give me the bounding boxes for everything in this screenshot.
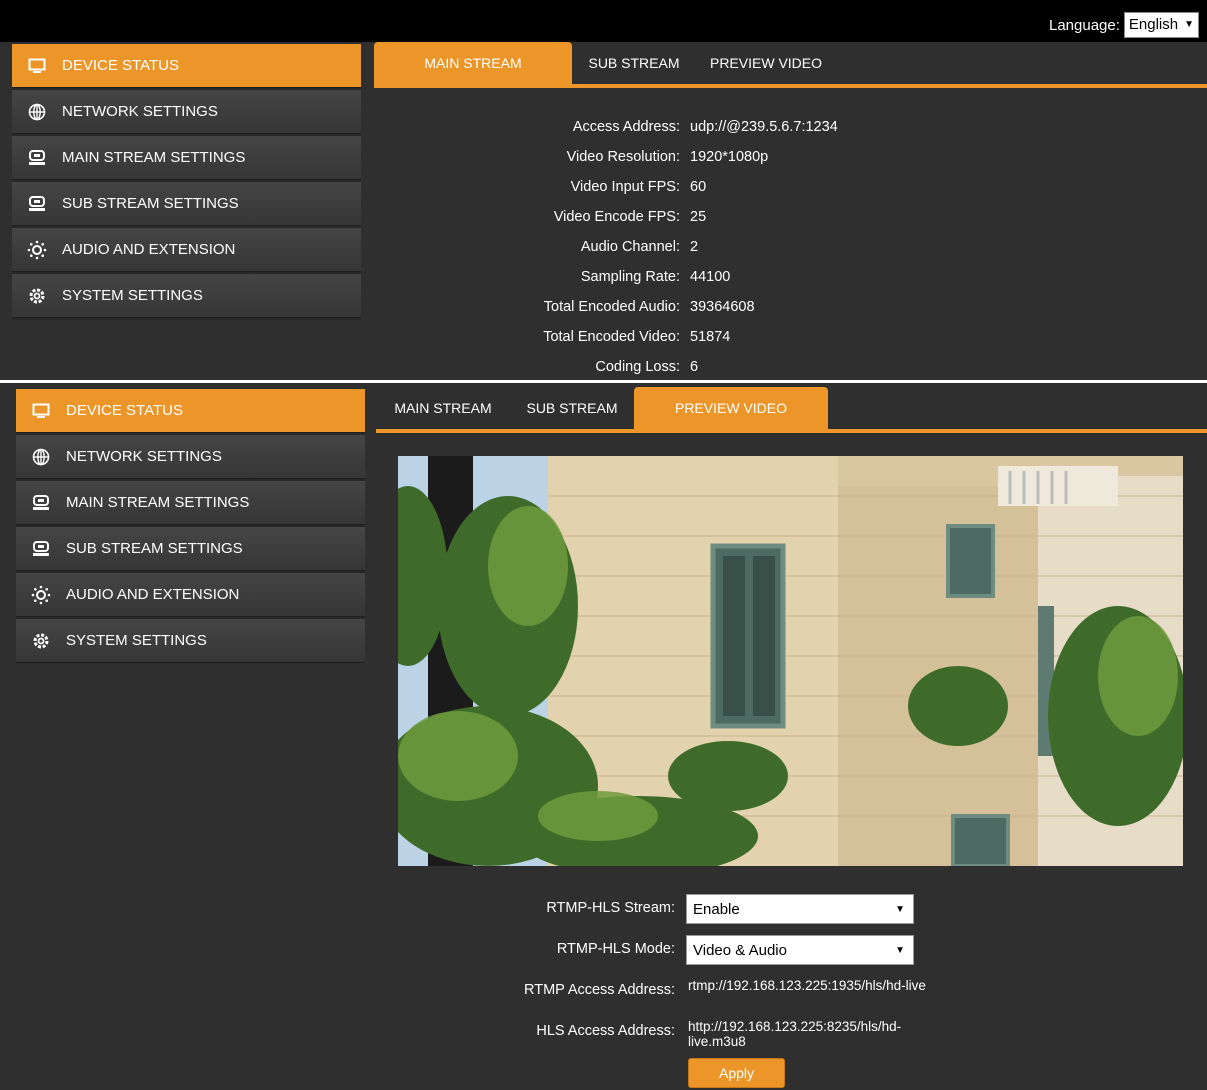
sidebar-item-sub-stream-settings[interactable]: SUB STREAM SETTINGS [12, 182, 361, 226]
tab-preview-video[interactable]: PREVIEW VIDEO [634, 387, 828, 429]
sun-icon [26, 239, 48, 261]
status-value: udp://@239.5.6.7:1234 [690, 119, 838, 135]
tab-main-stream[interactable]: MAIN STREAM [374, 42, 572, 84]
apply-button[interactable]: Apply [688, 1058, 785, 1088]
top-bar: Language: English ▼ [0, 0, 1207, 42]
sidebar-item-network-settings[interactable]: NETWORK SETTINGS [12, 90, 361, 134]
sidebar-item-label: SUB STREAM SETTINGS [62, 195, 239, 212]
tab-sub-stream[interactable]: SUB STREAM [510, 387, 634, 429]
chevron-down-icon: ▼ [1184, 19, 1194, 30]
sidebar-item-system-settings[interactable]: SYSTEM SETTINGS [16, 619, 365, 663]
status-row-audio-channel: Audio Channel: 2 [374, 239, 1207, 269]
rtmp-hls-stream-value: Enable [693, 901, 740, 918]
status-value: 51874 [690, 329, 731, 345]
hard-drive-icon [30, 492, 52, 514]
tab-main-stream[interactable]: MAIN STREAM [376, 387, 510, 429]
status-label: Video Encode FPS: [553, 209, 680, 225]
monitor-icon [30, 400, 52, 422]
sidebar-item-label: DEVICE STATUS [66, 402, 183, 419]
sidebar-item-label: DEVICE STATUS [62, 57, 179, 74]
status-label: Video Input FPS: [570, 179, 680, 195]
status-value: 2 [690, 239, 699, 255]
hard-drive-icon [26, 193, 48, 215]
rtmp-hls-stream-select[interactable]: Enable ▼ [686, 894, 914, 924]
status-value: 44100 [690, 269, 731, 285]
rtmp-hls-mode-value: Video & Audio [693, 942, 787, 959]
sidebar: DEVICE STATUS NETWORK SETTINGS MAIN STRE… [12, 44, 361, 320]
status-label: Access Address: [572, 119, 680, 135]
status-label: Coding Loss: [595, 359, 680, 375]
sidebar-item-label: MAIN STREAM SETTINGS [66, 494, 250, 511]
status-value: 60 [690, 179, 707, 195]
rtmp-hls-stream-label: RTMP-HLS Stream: [546, 900, 675, 916]
status-row-sampling-rate: Sampling Rate: 44100 [374, 269, 1207, 299]
status-value: 39364608 [690, 299, 755, 315]
sidebar-item-label: MAIN STREAM SETTINGS [62, 149, 246, 166]
tab-bar: MAIN STREAM SUB STREAM PREVIEW VIDEO [374, 42, 1207, 88]
status-label: Sampling Rate: [580, 269, 680, 285]
tab-preview-video[interactable]: PREVIEW VIDEO [696, 42, 836, 84]
language-label: Language: [1048, 16, 1120, 34]
sidebar-item-label: NETWORK SETTINGS [62, 103, 218, 120]
status-value: 1920*1080p [690, 149, 769, 165]
sidebar-item-sub-stream-settings[interactable]: SUB STREAM SETTINGS [16, 527, 365, 571]
status-label: Total Encoded Audio: [543, 299, 680, 315]
sidebar-item-label: AUDIO AND EXTENSION [62, 241, 236, 258]
sidebar-item-label: NETWORK SETTINGS [66, 448, 222, 465]
sidebar: DEVICE STATUS NETWORK SETTINGS MAIN STRE… [16, 389, 365, 663]
status-row-video-input-fps: Video Input FPS: 60 [374, 179, 1207, 209]
status-row-access-address: Access Address: udp://@239.5.6.7:1234 [374, 119, 1207, 149]
device-status-main-stream-panel: Language: English ▼ DEVICE STATUS NETWOR… [0, 0, 1207, 380]
rtmp-access-address-value: rtmp://192.168.123.225:1935/hls/hd-live [688, 978, 926, 993]
status-content: MAIN STREAM SUB STREAM PREVIEW VIDEO Acc… [374, 42, 1207, 380]
sidebar-item-main-stream-settings[interactable]: MAIN STREAM SETTINGS [16, 481, 365, 525]
status-label: Total Encoded Video: [543, 329, 680, 345]
video-preview[interactable] [398, 456, 1183, 866]
sun-icon [30, 584, 52, 606]
chevron-down-icon: ▼ [895, 945, 905, 956]
status-row-video-resolution: Video Resolution: 1920*1080p [374, 149, 1207, 179]
sidebar-item-system-settings[interactable]: SYSTEM SETTINGS [12, 274, 361, 318]
hls-access-address-value: http://192.168.123.225:8235/hls/hd-live.… [688, 1019, 902, 1049]
sidebar-item-audio-and-extension[interactable]: AUDIO AND EXTENSION [16, 573, 365, 617]
sidebar-item-audio-and-extension[interactable]: AUDIO AND EXTENSION [12, 228, 361, 272]
sidebar-item-device-status[interactable]: DEVICE STATUS [12, 44, 361, 88]
status-value: 25 [690, 209, 707, 225]
video-frame-image [398, 456, 1183, 866]
gear-icon [26, 285, 48, 307]
language-selector: Language: English ▼ [1049, 12, 1199, 38]
hard-drive-icon [30, 538, 52, 560]
chevron-down-icon: ▼ [895, 904, 905, 915]
sidebar-item-main-stream-settings[interactable]: MAIN STREAM SETTINGS [12, 136, 361, 180]
status-row-total-encoded-video: Total Encoded Video: 51874 [374, 329, 1207, 359]
language-select[interactable]: English ▼ [1123, 12, 1199, 38]
status-row-total-encoded-audio: Total Encoded Audio: 39364608 [374, 299, 1207, 329]
tab-bar: MAIN STREAM SUB STREAM PREVIEW VIDEO [376, 387, 1207, 433]
status-label: Video Resolution: [566, 149, 680, 165]
rtmp-access-address-label: RTMP Access Address: [524, 982, 675, 998]
rtmp-hls-mode-label: RTMP-HLS Mode: [556, 941, 675, 957]
sidebar-item-device-status[interactable]: DEVICE STATUS [16, 389, 365, 433]
status-label: Audio Channel: [580, 239, 680, 255]
sidebar-item-label: SUB STREAM SETTINGS [66, 540, 243, 557]
monitor-icon [26, 55, 48, 77]
status-value: 6 [690, 359, 699, 375]
status-row-coding-loss: Coding Loss: 6 [374, 359, 1207, 380]
status-row-video-encode-fps: Video Encode FPS: 25 [374, 209, 1207, 239]
sidebar-item-label: SYSTEM SETTINGS [62, 287, 203, 304]
globe-icon [26, 101, 48, 123]
rtmp-hls-mode-select[interactable]: Video & Audio ▼ [686, 935, 914, 965]
tab-sub-stream[interactable]: SUB STREAM [572, 42, 696, 84]
hard-drive-icon [26, 147, 48, 169]
hls-access-address-label: HLS Access Address: [536, 1023, 675, 1039]
sidebar-item-network-settings[interactable]: NETWORK SETTINGS [16, 435, 365, 479]
preview-tab-bar-wrap: MAIN STREAM SUB STREAM PREVIEW VIDEO [376, 387, 1207, 433]
sidebar-item-label: SYSTEM SETTINGS [66, 632, 207, 649]
gear-icon [30, 630, 52, 652]
globe-icon [30, 446, 52, 468]
sidebar-item-label: AUDIO AND EXTENSION [66, 586, 240, 603]
language-value: English [1128, 16, 1179, 33]
